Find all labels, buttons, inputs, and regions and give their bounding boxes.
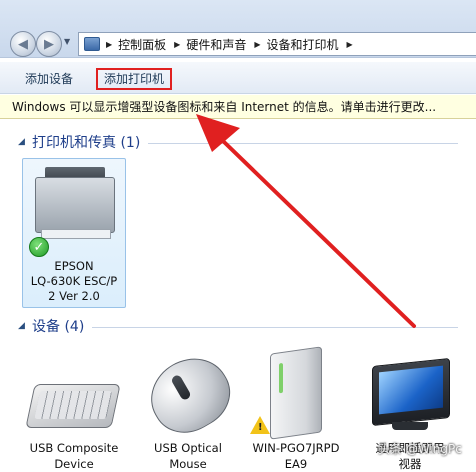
printer-name-line: LQ-630K ESC/P [30, 274, 118, 288]
keyboard-keys [34, 391, 113, 419]
tower-led [279, 362, 283, 394]
device-name-line: USB Optical [154, 441, 222, 455]
navigation-bar: ◀ ▶ ▼ ▶ 控制面板 ▶ 硬件和声音 ▶ 设备和打印机 ▶ [0, 0, 476, 58]
devices-group-header[interactable]: ◢ 设备 (4) [18, 316, 458, 336]
breadcrumb-label: 设备和打印机 [266, 37, 339, 52]
monitor-stand [392, 422, 428, 430]
device-item-usb-mouse[interactable]: USB Optical Mouse [136, 336, 243, 472]
device-name-line: WIN-PGO7JRPD [252, 441, 340, 455]
printer-name: EPSON LQ-630K ESC/P 2 Ver 2.0 [23, 259, 125, 304]
monitor-icon [372, 357, 450, 427]
printer-name-line: EPSON [54, 259, 94, 273]
information-bar[interactable]: Windows 可以显示增强型设备图标和来自 Internet 的信息。请单击进… [0, 95, 476, 119]
printer-name-line: 2 Ver 2.0 [48, 289, 100, 303]
collapse-triangle-icon[interactable]: ◢ [18, 137, 30, 147]
collapse-triangle-icon[interactable]: ◢ [18, 321, 30, 331]
printer-paper-tray [41, 229, 111, 239]
device-item-computer[interactable]: ! WIN-PGO7JRPD EA9 [244, 336, 348, 472]
breadcrumb-label: 控制面板 [118, 37, 167, 52]
mouse-wheel [170, 373, 192, 402]
device-name-line: EA9 [284, 457, 308, 471]
device-name-line: 视器 [398, 457, 422, 471]
default-printer-check-icon: ✓ [29, 237, 49, 257]
keyboard-icon [25, 384, 121, 428]
device-name-line: Device [54, 457, 94, 471]
device-name-line: USB Composite [29, 441, 119, 455]
chevron-right-icon[interactable]: ▶ [347, 40, 353, 49]
device-item-usb-composite[interactable]: USB Composite Device [22, 336, 126, 472]
chevron-right-icon[interactable]: ▶ [174, 40, 180, 49]
breadcrumb-item-hardware-sound[interactable]: 硬件和声音 ▶ [186, 36, 260, 53]
device-name: USB Composite Device [22, 440, 126, 472]
forward-arrow-icon: ▶ [44, 36, 54, 52]
breadcrumb-label: 硬件和声音 [186, 37, 247, 52]
chevron-right-icon[interactable]: ▶ [254, 40, 260, 49]
forward-button[interactable]: ▶ [36, 31, 62, 57]
computer-tower-icon [270, 346, 322, 440]
add-device-button[interactable]: 添加设备 [18, 68, 80, 90]
printers-group-title: 打印机和传真 (1) [32, 135, 141, 151]
monitor-screen [379, 365, 443, 415]
printer-item-epson[interactable]: ✓ EPSON LQ-630K ESC/P 2 Ver 2.0 [22, 158, 126, 308]
group-divider [148, 142, 458, 144]
annotation-arrow-shaft [220, 138, 416, 328]
devices-group-title: 设备 (4) [32, 319, 85, 335]
address-bar[interactable]: ▶ 控制面板 ▶ 硬件和声音 ▶ 设备和打印机 ▶ [78, 32, 476, 56]
group-divider [92, 326, 458, 328]
printers-group-header[interactable]: ◢ 打印机和传真 (1) [18, 132, 458, 152]
breadcrumb-root-chevron[interactable]: ▶ [106, 40, 112, 49]
recent-pages-chevron-icon[interactable]: ▼ [64, 37, 70, 46]
breadcrumb-item-control-panel[interactable]: 控制面板 ▶ [118, 36, 180, 53]
mouse-icon [137, 344, 243, 446]
device-name: USB Optical Mouse [136, 440, 240, 472]
command-toolbar: 添加设备 添加打印机 [0, 62, 476, 94]
warning-exclamation: ! [258, 422, 263, 433]
watermark: 头条 @WingPc [378, 442, 462, 456]
control-panel-icon [84, 37, 100, 51]
device-name-line: Mouse [169, 457, 207, 471]
printer-icon [35, 177, 115, 233]
device-name: WIN-PGO7JRPD EA9 [244, 440, 348, 472]
breadcrumb-item-devices-printers[interactable]: 设备和打印机 ▶ [267, 36, 353, 53]
back-button[interactable]: ◀ [10, 31, 36, 57]
add-printer-button[interactable]: 添加打印机 [96, 68, 173, 90]
back-arrow-icon: ◀ [18, 36, 28, 52]
chevron-right-icon: ▶ [106, 39, 113, 49]
